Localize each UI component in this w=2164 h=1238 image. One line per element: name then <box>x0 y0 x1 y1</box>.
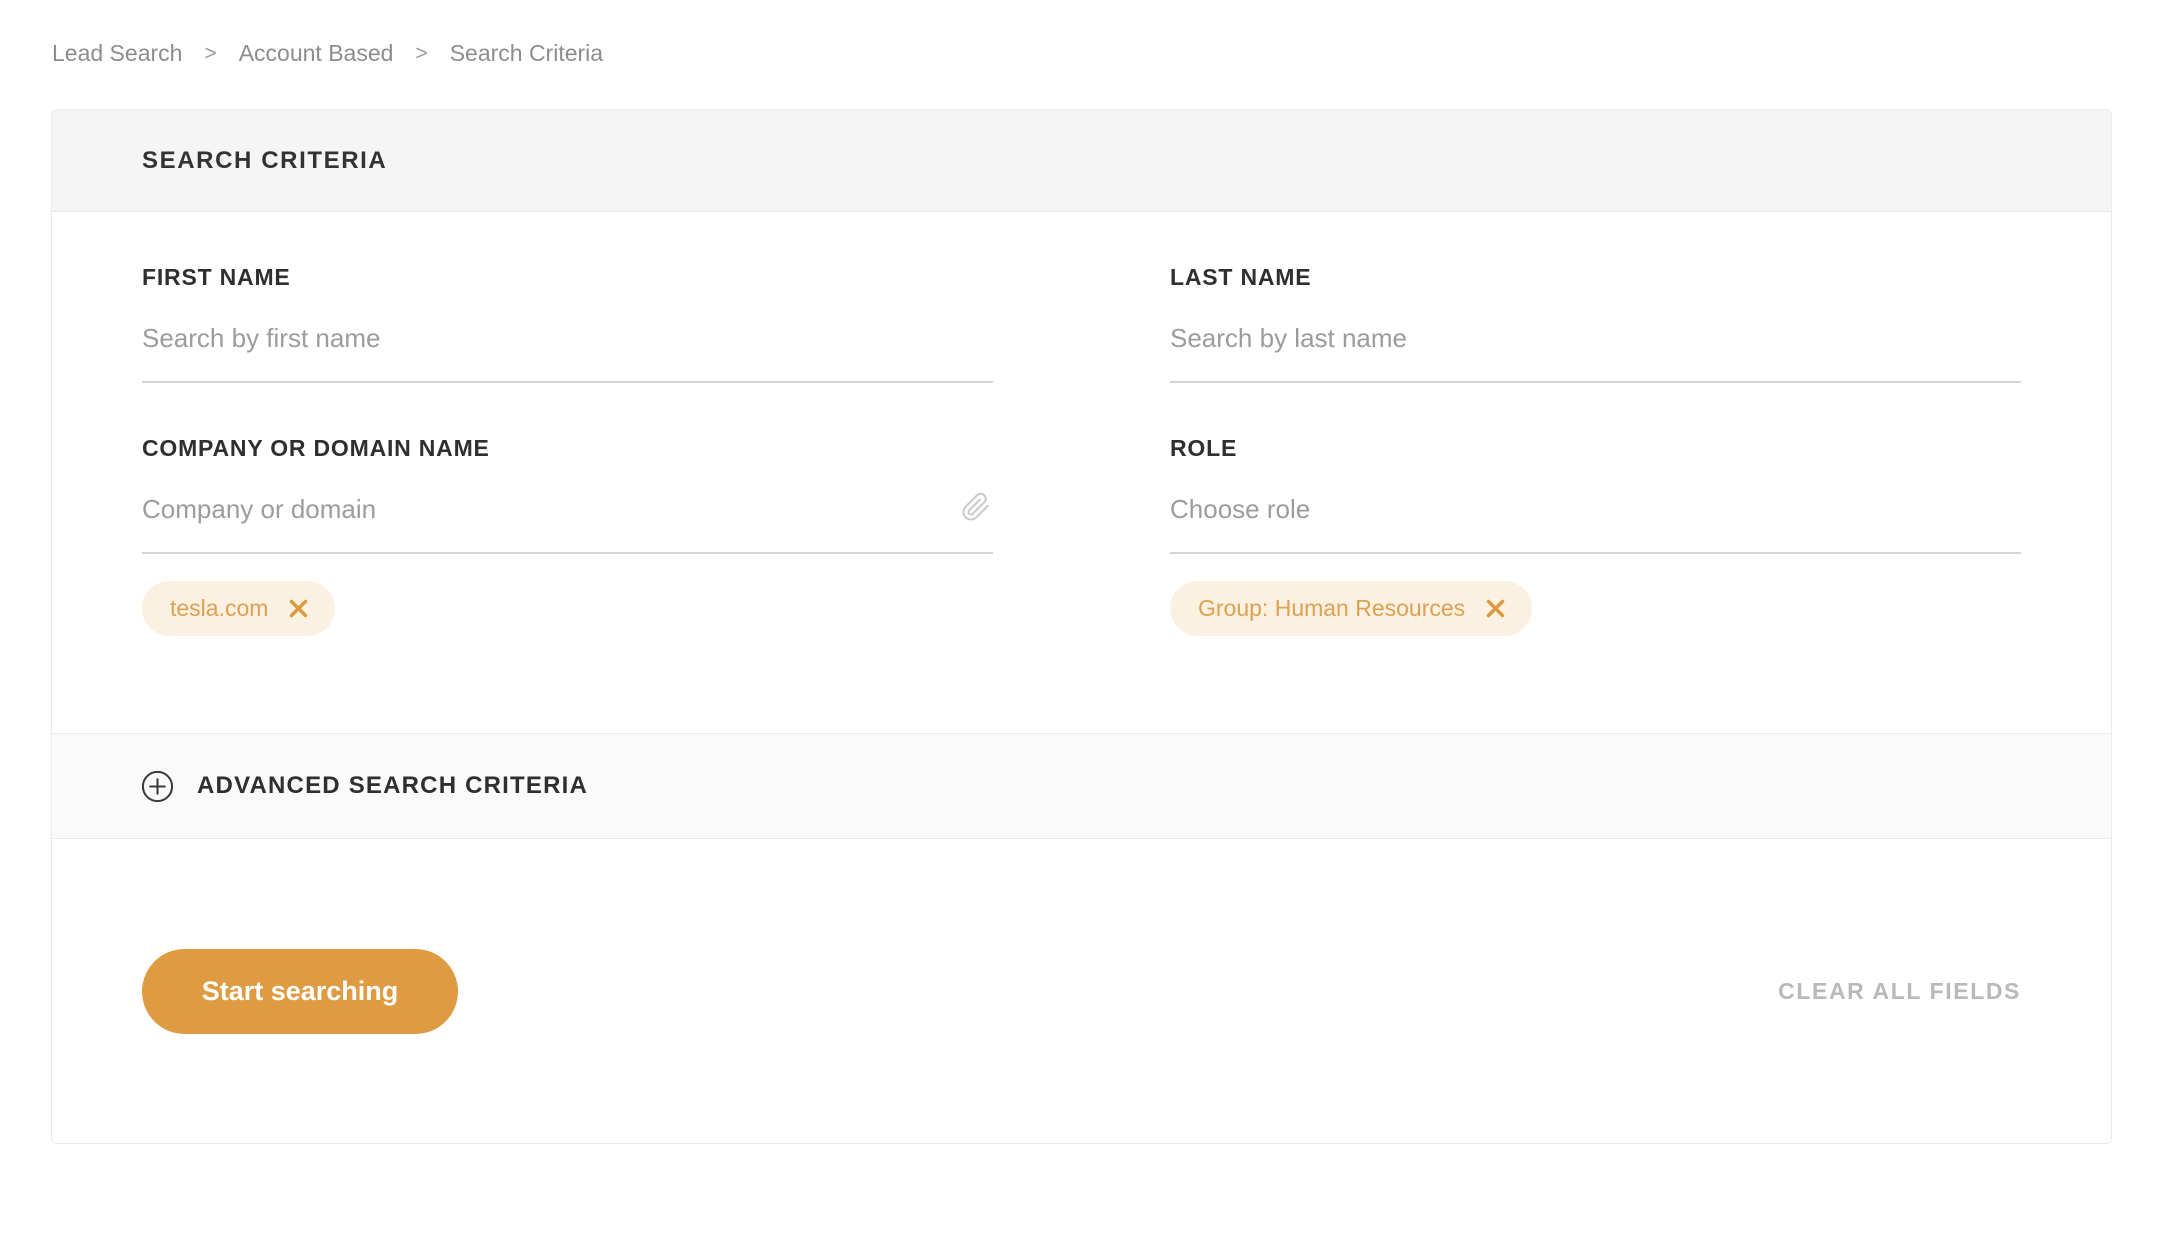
company-domain-label: COMPANY OR DOMAIN NAME <box>142 435 490 461</box>
card-header: SEARCH CRITERIA <box>52 110 2111 212</box>
first-name-label: FIRST NAME <box>142 264 291 290</box>
company-domain-input[interactable] <box>142 494 993 554</box>
breadcrumb-separator: > <box>204 41 217 65</box>
role-label: ROLE <box>1170 435 1238 461</box>
role-tags: Group: Human Resources <box>1170 581 2021 637</box>
field-role: ROLE Group: Human Resources <box>1170 435 2021 637</box>
tag-remove-icon[interactable] <box>288 598 309 619</box>
breadcrumb-separator: > <box>415 41 428 65</box>
tag-remove-icon[interactable] <box>1485 598 1506 619</box>
field-last-name: LAST NAME <box>1170 264 2021 383</box>
advanced-search-toggle[interactable]: ADVANCED SEARCH CRITERIA <box>52 733 2111 839</box>
start-searching-button[interactable]: Start searching <box>142 948 458 1034</box>
breadcrumb-account-based[interactable]: Account Based <box>239 40 394 67</box>
company-tags: tesla.com <box>142 581 993 637</box>
breadcrumb-search-criteria[interactable]: Search Criteria <box>450 40 603 67</box>
search-criteria-card: SEARCH CRITERIA FIRST NAME LAST NAME COM… <box>51 109 2112 1144</box>
tag-company-domain: tesla.com <box>142 581 336 636</box>
tag-label: Group: Human Resources <box>1198 595 1466 621</box>
clear-all-fields-button[interactable]: CLEAR ALL FIELDS <box>1778 978 2021 1005</box>
breadcrumb-lead-search[interactable]: Lead Search <box>52 40 182 67</box>
plus-circle-icon <box>141 770 174 802</box>
card-title: SEARCH CRITERIA <box>142 146 388 174</box>
paperclip-icon[interactable] <box>961 492 991 522</box>
last-name-input[interactable] <box>1170 323 2021 383</box>
role-input[interactable] <box>1170 494 2021 554</box>
field-first-name: FIRST NAME <box>142 264 993 383</box>
fields-grid: FIRST NAME LAST NAME COMPANY OR DOMAIN N… <box>52 212 2111 733</box>
tag-label: tesla.com <box>170 595 269 621</box>
advanced-search-label: ADVANCED SEARCH CRITERIA <box>197 772 589 799</box>
breadcrumb: Lead Search > Account Based > Search Cri… <box>0 0 2164 67</box>
tag-role-group: Group: Human Resources <box>1170 581 1533 636</box>
first-name-input[interactable] <box>142 323 993 383</box>
last-name-label: LAST NAME <box>1170 264 1312 290</box>
field-company-domain: COMPANY OR DOMAIN NAME tesla.com <box>142 435 993 637</box>
card-actions: Start searching CLEAR ALL FIELDS <box>52 839 2111 1143</box>
